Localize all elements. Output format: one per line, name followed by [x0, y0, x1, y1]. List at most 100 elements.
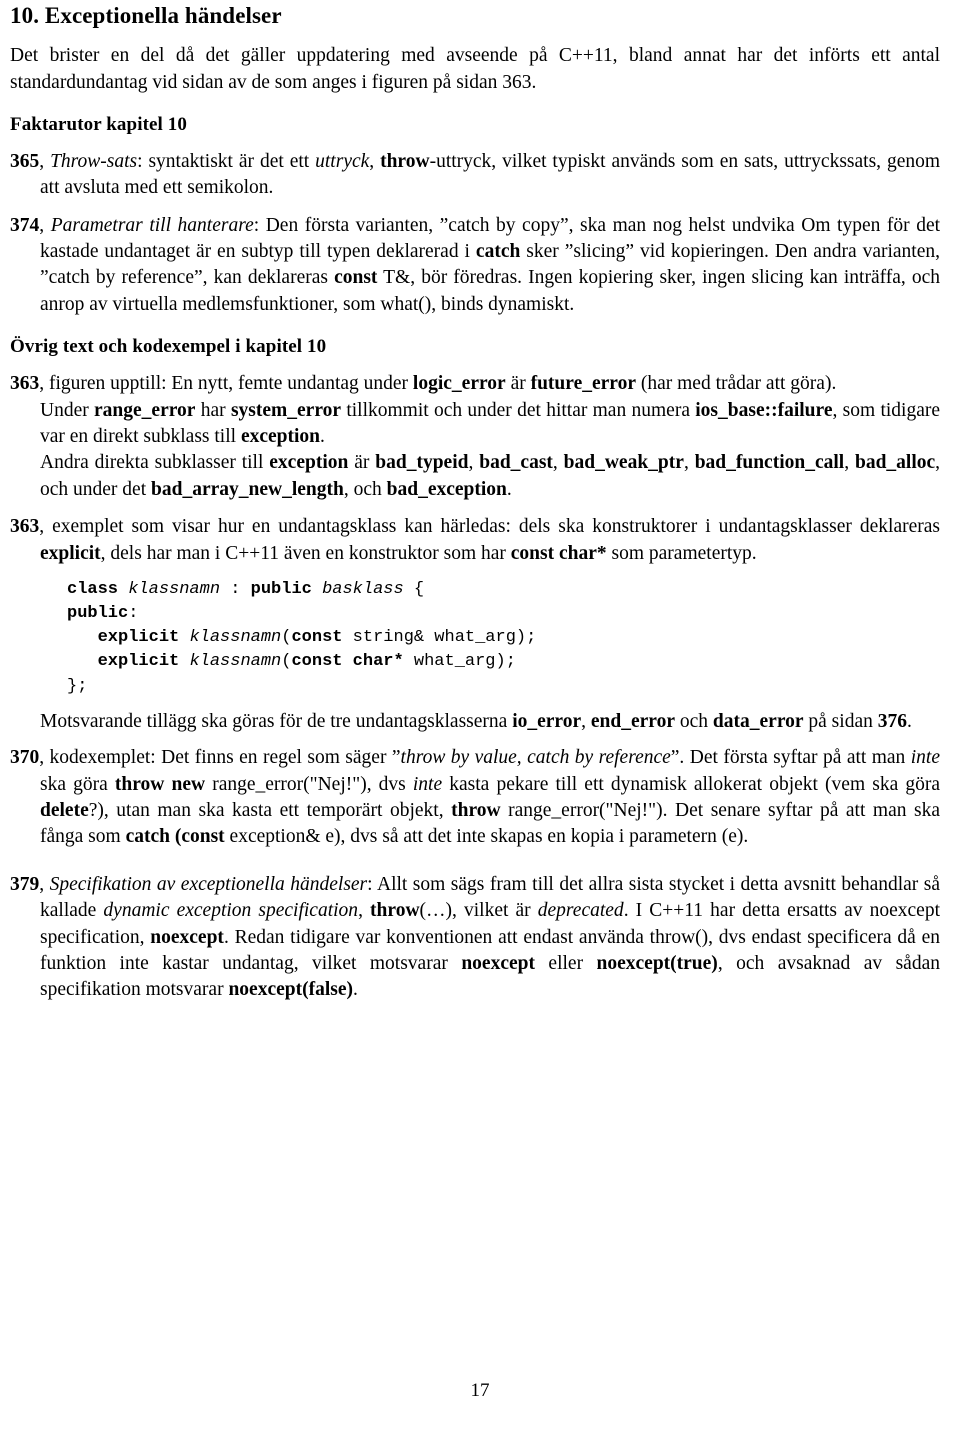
figure-bold-bad-function-call: bad_function_call — [694, 452, 845, 474]
code-token: basklass — [322, 580, 404, 600]
comma-separator: , — [39, 873, 50, 895]
entry-title: Parametrar till hanterare — [50, 214, 254, 236]
entry-bold-2: const — [334, 267, 378, 289]
example-text-a: , exemplet som visar hur en undantagskla… — [39, 516, 940, 538]
e379-em-dynamic-exception-spec: dynamic exception specification — [103, 900, 359, 922]
page-number: 17 — [470, 1380, 490, 1401]
entry-bold-1: catch — [475, 241, 521, 263]
figure-bold-exception-2: exception — [269, 452, 349, 474]
figure-bold-exception: exception — [240, 425, 321, 447]
motsvarande-text-c: och — [675, 710, 713, 732]
entry-em-1: uttryck — [315, 150, 370, 172]
intro-line-2: standardundantag vid sidan av de som ang… — [10, 71, 537, 93]
code-token: explicit — [97, 652, 190, 672]
page-title: 10. Exceptionella händelser — [10, 3, 282, 28]
subheading-faktarutor: Faktarutor kapitel 10 — [10, 113, 187, 135]
intro-line-1: Det brister en del då det gäller uppdate… — [10, 45, 940, 67]
subheading-ovrig-text: Övrig text och kodexempel i kapitel 10 — [10, 336, 327, 358]
figure-bold-bad-typeid: bad_typeid — [375, 452, 469, 474]
code-token: explicit — [97, 628, 190, 648]
entry-bold-1: throw — [380, 150, 430, 172]
code-token: : — [128, 604, 139, 624]
intro-paragraph: Det brister en del då det gäller uppdate… — [10, 43, 940, 96]
code-token: const — [291, 628, 343, 648]
e370-text-a: , kodexemplet: Det finns en regel som sä… — [39, 747, 401, 769]
code-token: const char* — [291, 652, 404, 672]
figure-bold-future-error: future_error — [530, 373, 636, 395]
entry-title: Throw-sats — [50, 150, 138, 172]
code-token: klassnamn — [189, 652, 282, 672]
entry-page-ref: 374 — [10, 214, 40, 236]
entry-page-ref: 365 — [10, 150, 40, 172]
figure-line3-f: , — [844, 452, 855, 474]
figure-bold-range-error: range_error — [94, 399, 196, 421]
figure-line2-a: Under — [40, 399, 95, 421]
figure-line1-c: (har med trådar att göra). — [636, 373, 837, 395]
e379-bold-noexcept-false: noexcept(false) — [228, 979, 353, 1001]
entry-363-figure: 363, figuren upptill: En nytt, femte und… — [10, 371, 940, 397]
e379-bold-noexcept-1: noexcept — [150, 926, 224, 948]
example-text-c: som parametertyp. — [606, 542, 757, 564]
e379-bold-noexcept-true: noexcept(true) — [596, 953, 718, 975]
motsvarande-text-a: Motsvarande tillägg ska göras för de tre… — [40, 710, 513, 732]
paragraph-motsvarande: Motsvarande tillägg ska göras för de tre… — [10, 709, 940, 735]
example-bold-explicit: explicit — [40, 542, 101, 564]
e370-em-inte-1: inte — [910, 747, 940, 769]
e370-bold-delete: delete — [40, 799, 89, 821]
code-example-block: class klassnamn : public basklass { publ… — [10, 578, 940, 699]
e379-title: Specifikation av exceptionella händelser — [49, 873, 368, 895]
figure-bold-bad-exception: bad_exception — [386, 478, 507, 500]
e370-text-f: ?), utan man ska kasta ett temporärt obj… — [88, 799, 452, 821]
figure-line3-b: är — [348, 452, 376, 474]
e370-text-e: kasta pekare till ett dynamisk allokerat… — [442, 773, 940, 795]
entry-363-figure-line2: Under range_error har system_error tillk… — [10, 398, 940, 451]
e379-bold-throw: throw — [370, 900, 420, 922]
figure-line3-i: . — [506, 478, 512, 500]
motsvarande-text-b: , — [581, 710, 591, 732]
page-content: 10. Exceptionella händelser Det brister … — [10, 2, 940, 1004]
motsvarande-bold-data-error: data_error — [712, 710, 804, 732]
entry-363-example: 363, exemplet som visar hur en undantags… — [10, 514, 940, 567]
code-token: { — [403, 580, 425, 600]
code-token: klassnamn — [128, 580, 221, 600]
code-token: ( — [281, 652, 292, 672]
entry-374: 374, Parametrar till hanterare: Den förs… — [10, 213, 940, 319]
e370-bold-throw-new: throw new — [114, 773, 206, 795]
e370-text-c: ska göra — [40, 773, 115, 795]
figure-line3-e: , — [683, 452, 695, 474]
code-token: : — [220, 580, 251, 600]
code-token: public — [67, 604, 129, 624]
figure-bold-logic-error: logic_error — [412, 373, 506, 395]
figure-bold-system-error: system_error — [230, 399, 342, 421]
figure-bold-bad-alloc: bad_alloc — [854, 452, 936, 474]
entry-363-figure-line3: Andra direkta subklasser till exception … — [10, 450, 940, 503]
entry-page-ref: 363 — [10, 373, 40, 395]
figure-bold-bad-weak-ptr: bad_weak_ptr — [563, 452, 684, 474]
figure-bold-bad-cast: bad_cast — [479, 452, 553, 474]
figure-line2-b: har — [195, 399, 231, 421]
example-bold-const-char: const char* — [510, 542, 607, 564]
e379-text-b: , — [358, 900, 371, 922]
entry-text-b: , — [369, 150, 381, 172]
e379-text-f: eller — [534, 953, 597, 975]
entry-page-ref: 370 — [10, 747, 40, 769]
figure-line1-b: är — [505, 373, 531, 395]
entry-379: 379, Specifikation av exceptionella händ… — [10, 872, 940, 1004]
comma-separator: , — [39, 150, 51, 172]
entry-page-ref: 363 — [10, 516, 40, 538]
entry-365: 365, Throw-sats: syntaktiskt är det ett … — [10, 149, 940, 202]
example-text-b: , dels har man i C++11 även en konstrukt… — [100, 542, 511, 564]
e370-bold-catch-const: catch (const — [125, 826, 225, 848]
figure-line2-c: tillkommit och under det hittar man nume… — [341, 399, 696, 421]
entry-370: 370, kodexemplet: Det finns en regel som… — [10, 745, 940, 851]
code-token: ( — [281, 628, 292, 648]
e379-text-h: . — [353, 979, 358, 1001]
entry-text-a: : syntaktiskt är det ett — [137, 150, 316, 172]
figure-bold-bad-array-new-length: bad_array_new_length — [151, 478, 344, 500]
figure-line3-h: , och — [343, 478, 387, 500]
e370-bold-throw: throw — [451, 799, 501, 821]
